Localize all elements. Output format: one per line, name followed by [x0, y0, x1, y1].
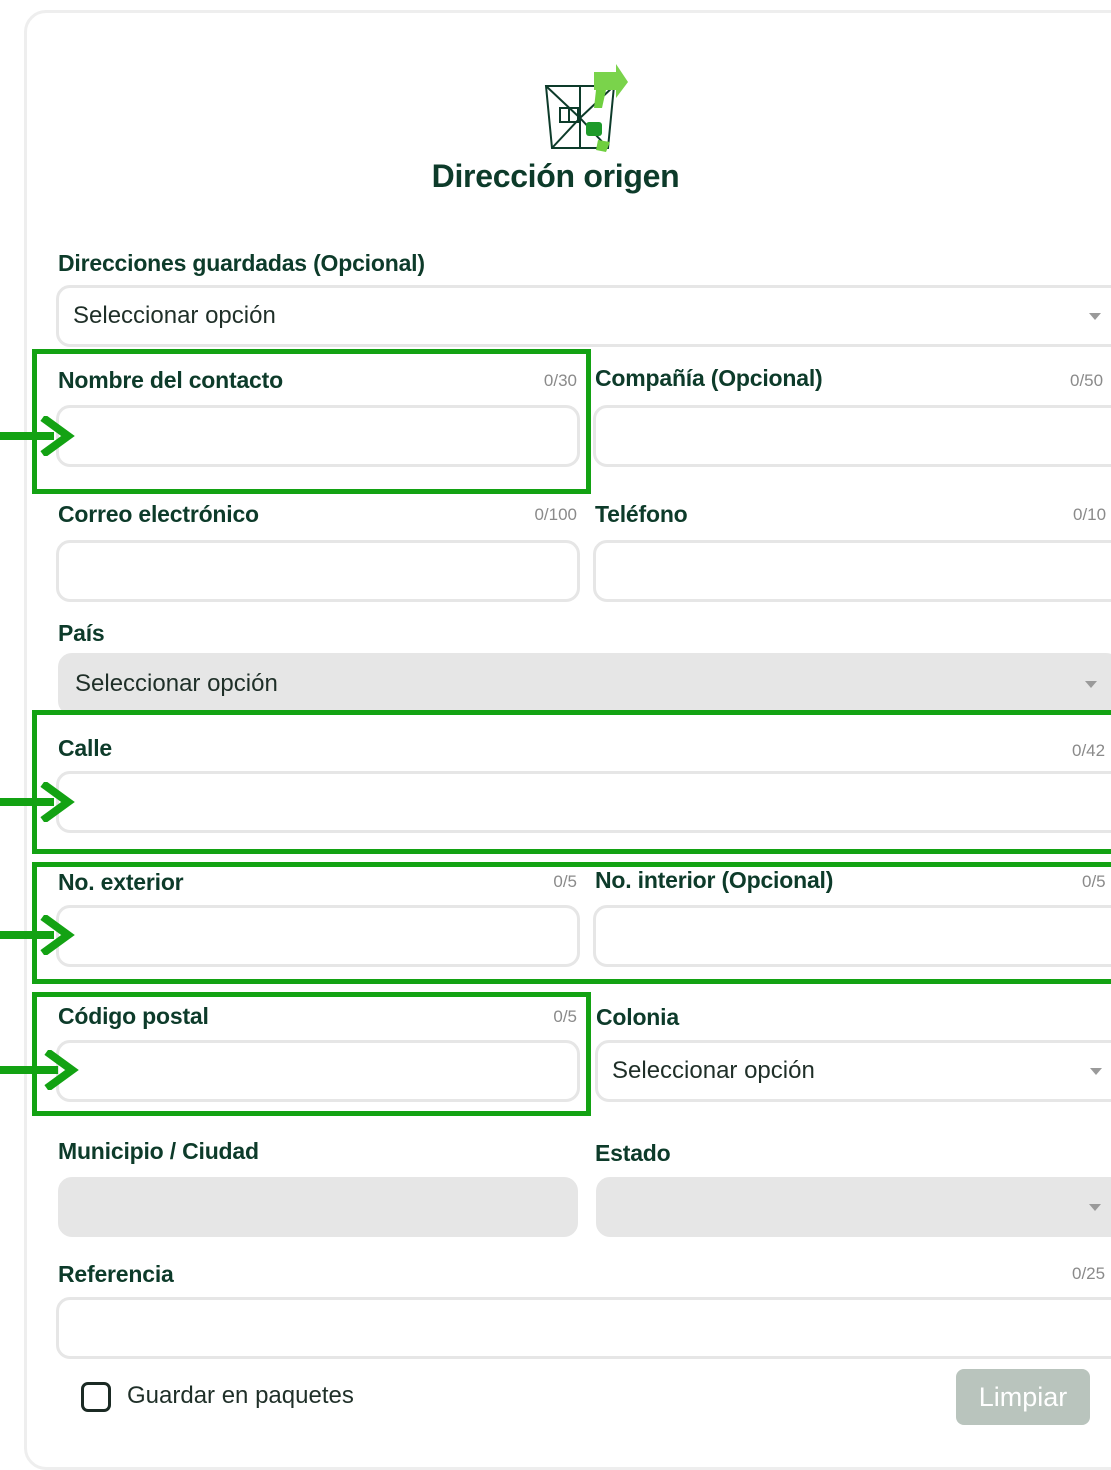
saved-addresses-value: Seleccionar opción [73, 302, 276, 329]
chevron-down-icon [1090, 1068, 1102, 1075]
ext-number-input[interactable] [56, 905, 580, 967]
zip-code-counter: 0/5 [553, 1007, 577, 1026]
phone-input[interactable] [593, 540, 1111, 602]
city-input[interactable] [58, 1177, 578, 1237]
email-input[interactable] [56, 540, 580, 602]
int-number-input[interactable] [593, 905, 1111, 967]
arrow-right-icon [0, 1050, 79, 1090]
save-to-packages-checkbox[interactable] [81, 1382, 111, 1412]
chevron-down-icon [1089, 1204, 1101, 1211]
save-to-packages-label: Guardar en paquetes [127, 1382, 354, 1409]
company-counter: 0/50 [1070, 371, 1104, 390]
reference-counter: 0/25 [1072, 1264, 1106, 1283]
company-label: Compañía (Opcional) [595, 365, 823, 391]
country-select[interactable]: Seleccionar opción [58, 653, 1111, 715]
country-value: Seleccionar opción [75, 670, 278, 697]
colonia-value: Seleccionar opción [612, 1057, 815, 1084]
street-label: Calle [58, 735, 112, 761]
contact-name-counter: 0/30 [543, 371, 577, 390]
int-number-label: No. interior (Opcional) [595, 867, 834, 893]
page-title: Dirección origen [431, 158, 680, 194]
email-counter: 0/100 [534, 505, 577, 524]
zip-code-label: Código postal [58, 1003, 209, 1029]
contact-name-input[interactable] [56, 405, 580, 467]
phone-counter: 0/10 [1073, 505, 1107, 524]
reference-input[interactable] [56, 1297, 1111, 1359]
arrow-right-icon [0, 915, 75, 955]
package-arrow-icon [544, 64, 628, 152]
state-label: Estado [595, 1140, 671, 1166]
saved-addresses-label: Direcciones guardadas (Opcional) [58, 250, 425, 276]
clear-button[interactable]: Limpiar [956, 1369, 1090, 1425]
reference-label: Referencia [58, 1261, 174, 1287]
arrow-right-icon [0, 782, 75, 822]
int-number-counter: 0/5 [1082, 872, 1106, 891]
email-label: Correo electrónico [58, 501, 259, 527]
street-counter: 0/42 [1072, 741, 1106, 760]
chevron-down-icon [1085, 681, 1097, 688]
ext-number-label: No. exterior [58, 869, 184, 895]
contact-name-label: Nombre del contacto [58, 367, 283, 393]
chevron-down-icon [1089, 313, 1101, 320]
country-label: País [58, 620, 105, 646]
phone-label: Teléfono [595, 501, 688, 527]
arrow-right-icon [0, 416, 75, 456]
city-label: Municipio / Ciudad [58, 1138, 259, 1164]
colonia-select[interactable]: Seleccionar opción [595, 1040, 1111, 1102]
street-input[interactable] [56, 771, 1111, 833]
saved-addresses-select[interactable]: Seleccionar opción [56, 285, 1111, 347]
state-select[interactable] [596, 1177, 1111, 1237]
zip-code-input[interactable] [56, 1040, 580, 1102]
colonia-label: Colonia [596, 1004, 679, 1030]
address-form-card [24, 10, 1111, 1470]
ext-number-counter: 0/5 [553, 872, 577, 891]
company-input[interactable] [593, 405, 1111, 467]
